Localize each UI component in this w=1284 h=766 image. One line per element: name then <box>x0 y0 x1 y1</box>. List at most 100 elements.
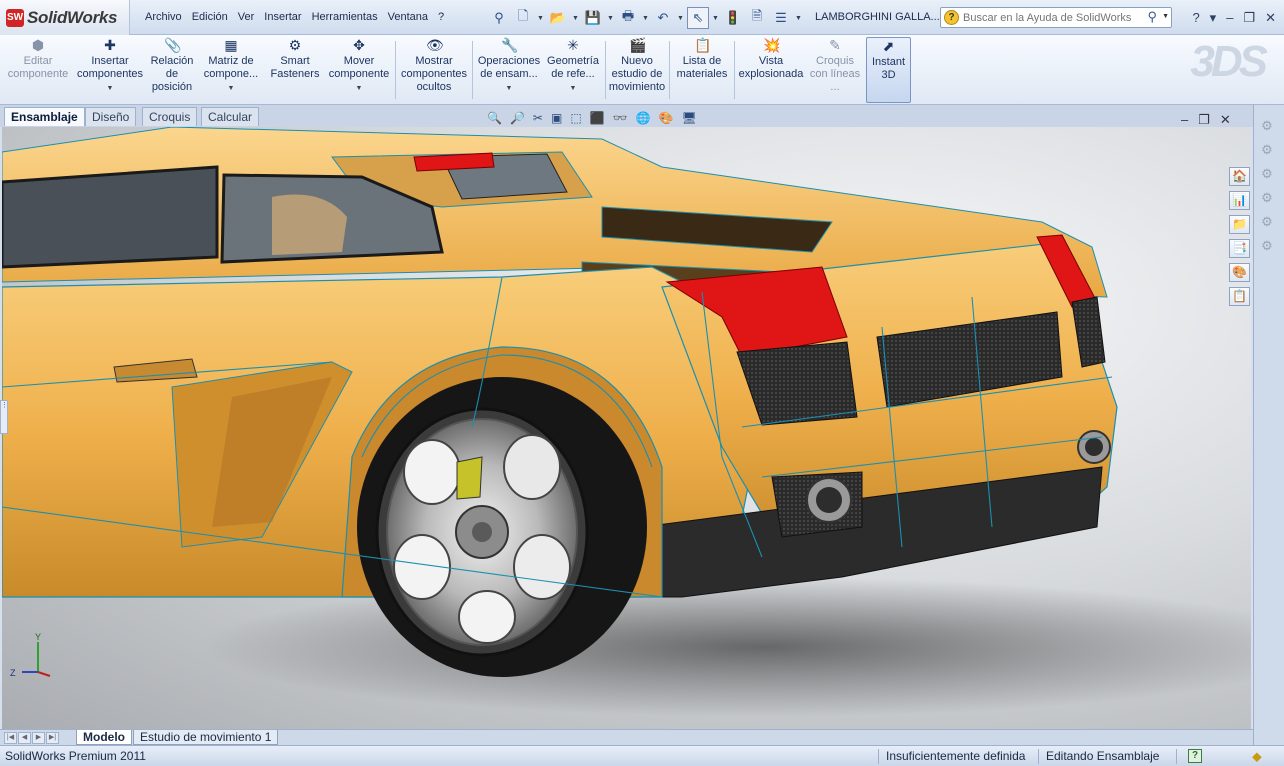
display-style-icon[interactable]: ⬚ <box>570 111 581 125</box>
graphics-viewport[interactable]: Y Z <box>2 127 1251 729</box>
restore-icon[interactable]: ❐ <box>1243 10 1255 26</box>
tab-modelo[interactable]: Modelo <box>76 730 132 745</box>
section-view-icon[interactable]: ✂ <box>533 111 543 125</box>
mate-button[interactable]: 📎 Relación de posición <box>148 37 196 103</box>
chevron-down-icon[interactable]: ▼ <box>536 15 545 22</box>
chevron-down-icon[interactable]: ▼ <box>676 15 685 22</box>
view-palette-icon[interactable]: 📑 <box>1229 239 1250 258</box>
last-tab-icon[interactable]: ▶| <box>46 732 59 744</box>
menu-ver[interactable]: Ver <box>233 0 260 35</box>
view-palette-icon[interactable]: ⚙ <box>1258 166 1276 184</box>
rebuild-traffic-light-icon[interactable]: 🚦 <box>722 7 744 29</box>
close-icon[interactable]: ✕ <box>1220 112 1231 128</box>
menu-bar: Archivo Edición Ver Insertar Herramienta… <box>140 0 449 35</box>
apply-scene-icon[interactable]: 🎨 <box>659 111 674 125</box>
custom-properties-icon[interactable]: 📋 <box>1229 287 1250 306</box>
car-model-render[interactable] <box>2 127 1251 729</box>
chevron-down-icon[interactable]: ▼ <box>641 15 650 22</box>
coordinate-triad: Y Z <box>8 632 58 682</box>
prev-tab-icon[interactable]: ◀ <box>18 732 31 744</box>
appearances-icon[interactable]: 🎨 <box>1229 263 1250 282</box>
chevron-down-icon[interactable]: ▼ <box>74 82 146 95</box>
view-glasses-icon[interactable]: 👓 <box>613 111 628 125</box>
smart-fasteners-button[interactable]: ⚙ Smart Fasteners <box>266 37 324 103</box>
toolbar-separator <box>669 41 670 99</box>
definition-status: Insuficientemente definida <box>886 749 1026 763</box>
new-document-icon[interactable]: 🗋 <box>512 7 534 29</box>
close-icon[interactable]: ✕ <box>1265 10 1276 26</box>
save-icon[interactable]: 💾 <box>582 7 604 29</box>
assembly-features-button[interactable]: 🔧 Operaciones de ensam... ▼ <box>475 37 543 103</box>
design-library-icon[interactable]: ⚙ <box>1258 118 1276 136</box>
app-logo[interactable]: SW SolidWorks <box>0 0 130 35</box>
view-settings-icon[interactable]: 🖥 <box>681 111 696 125</box>
tab-diseno[interactable]: Diseño <box>85 107 137 126</box>
chevron-down-icon[interactable]: ▼ <box>606 15 615 22</box>
chevron-down-icon[interactable]: ▼ <box>1162 13 1169 20</box>
minimize-icon[interactable]: – <box>1181 112 1188 128</box>
view-orientation-icon[interactable]: ▣ <box>551 111 562 125</box>
instant-3d-button[interactable]: ⬈ Instant 3D <box>866 37 911 103</box>
home-icon[interactable]: 🏠 <box>1229 167 1250 186</box>
menu-edicion[interactable]: Edición <box>187 0 233 35</box>
help-menu-icon[interactable]: ? <box>1192 10 1199 25</box>
quick-tips-icon[interactable]: ? <box>1188 749 1202 763</box>
component-pattern-button[interactable]: ▦ Matriz de compone... ▼ <box>200 37 262 103</box>
open-folder-icon[interactable]: 📂 <box>547 7 569 29</box>
hide-show-items-icon[interactable]: ⬛ <box>590 111 605 125</box>
search-icon[interactable]: ⚲ <box>1147 9 1157 25</box>
menu-ventana[interactable]: Ventana <box>383 0 433 35</box>
select-pointer-icon[interactable]: ⇖ <box>687 7 709 29</box>
next-tab-icon[interactable]: ▶ <box>32 732 45 744</box>
menu-help[interactable]: ? <box>433 0 449 35</box>
tag-icon[interactable]: ⬥ <box>1252 748 1262 765</box>
file-explorer-icon[interactable]: 📁 <box>1229 215 1250 234</box>
menu-insertar[interactable]: Insertar <box>259 0 306 35</box>
undo-icon[interactable]: ↶ <box>652 7 674 29</box>
chevron-down-icon[interactable]: ▾ <box>1210 10 1217 26</box>
design-library-icon[interactable]: 📊 <box>1229 191 1250 210</box>
edit-appearance-icon[interactable]: 🌐 <box>636 111 651 125</box>
chevron-down-icon[interactable]: ▼ <box>200 82 262 95</box>
chevron-down-icon[interactable]: ▼ <box>711 15 720 22</box>
tool-label: Geometría de refe... <box>547 55 599 80</box>
tab-ensamblaje[interactable]: Ensamblaje <box>4 107 85 126</box>
first-tab-icon[interactable]: |◀ <box>4 732 17 744</box>
menu-archivo[interactable]: Archivo <box>140 0 187 35</box>
menu-herramientas[interactable]: Herramientas <box>307 0 383 35</box>
chevron-down-icon[interactable]: ▼ <box>475 82 543 95</box>
chevron-down-icon[interactable]: ▼ <box>794 15 803 22</box>
restore-icon[interactable]: ❐ <box>1198 112 1210 128</box>
move-component-button[interactable]: ✥ Mover componente ▼ <box>326 37 392 103</box>
zoom-to-fit-icon[interactable]: 🔍 <box>487 111 502 125</box>
help-search-input[interactable] <box>963 10 1143 25</box>
bill-of-materials-button[interactable]: 📋 Lista de materiales <box>672 37 732 103</box>
tool-label: Lista de materiales <box>676 55 728 80</box>
edit-component-button[interactable]: ⬢ Editar componente <box>4 37 72 103</box>
appearances-icon[interactable]: ⚙ <box>1258 190 1276 208</box>
chevron-down-icon[interactable]: ▼ <box>545 82 601 95</box>
move-icon: ✥ <box>353 37 365 53</box>
insert-components-button[interactable]: ✚ Insertar componentes ▼ <box>74 37 146 103</box>
pin-icon[interactable]: ⚲ <box>488 7 510 29</box>
exploded-view-button[interactable]: 💥 Vista explosionada <box>736 37 806 103</box>
reference-geometry-button[interactable]: ✳ Geometría de refe... ▼ <box>545 37 601 103</box>
custom-properties-icon[interactable]: ⚙ <box>1258 214 1276 232</box>
options-icon[interactable]: ☰ <box>770 7 792 29</box>
print-icon[interactable]: 🖶 <box>617 7 639 29</box>
minimize-icon[interactable]: – <box>1226 10 1233 25</box>
chevron-down-icon[interactable]: ▼ <box>326 82 392 95</box>
feature-manager-collapse-handle[interactable]: ⋮ <box>0 400 8 434</box>
tab-calcular[interactable]: Calcular <box>201 107 260 126</box>
new-motion-study-button[interactable]: 🎬 Nuevo estudio de movimiento <box>608 37 666 103</box>
tool-label: Instant 3D <box>871 56 906 81</box>
file-explorer-icon[interactable]: ⚙ <box>1258 142 1276 160</box>
explode-line-sketch-button[interactable]: ✎ Croquis con líneas ... <box>808 37 862 103</box>
tab-motion-study[interactable]: Estudio de movimiento 1 <box>133 730 279 745</box>
resources-icon[interactable]: ⚙ <box>1258 238 1276 256</box>
file-properties-icon[interactable]: 🗎 <box>746 7 768 29</box>
show-hidden-components-button[interactable]: 👁 Mostrar componentes ocultos <box>398 37 470 103</box>
chevron-down-icon[interactable]: ▼ <box>571 15 580 22</box>
zoom-to-area-icon[interactable]: 🔎 <box>510 111 525 125</box>
tab-croquis[interactable]: Croquis <box>142 107 198 126</box>
